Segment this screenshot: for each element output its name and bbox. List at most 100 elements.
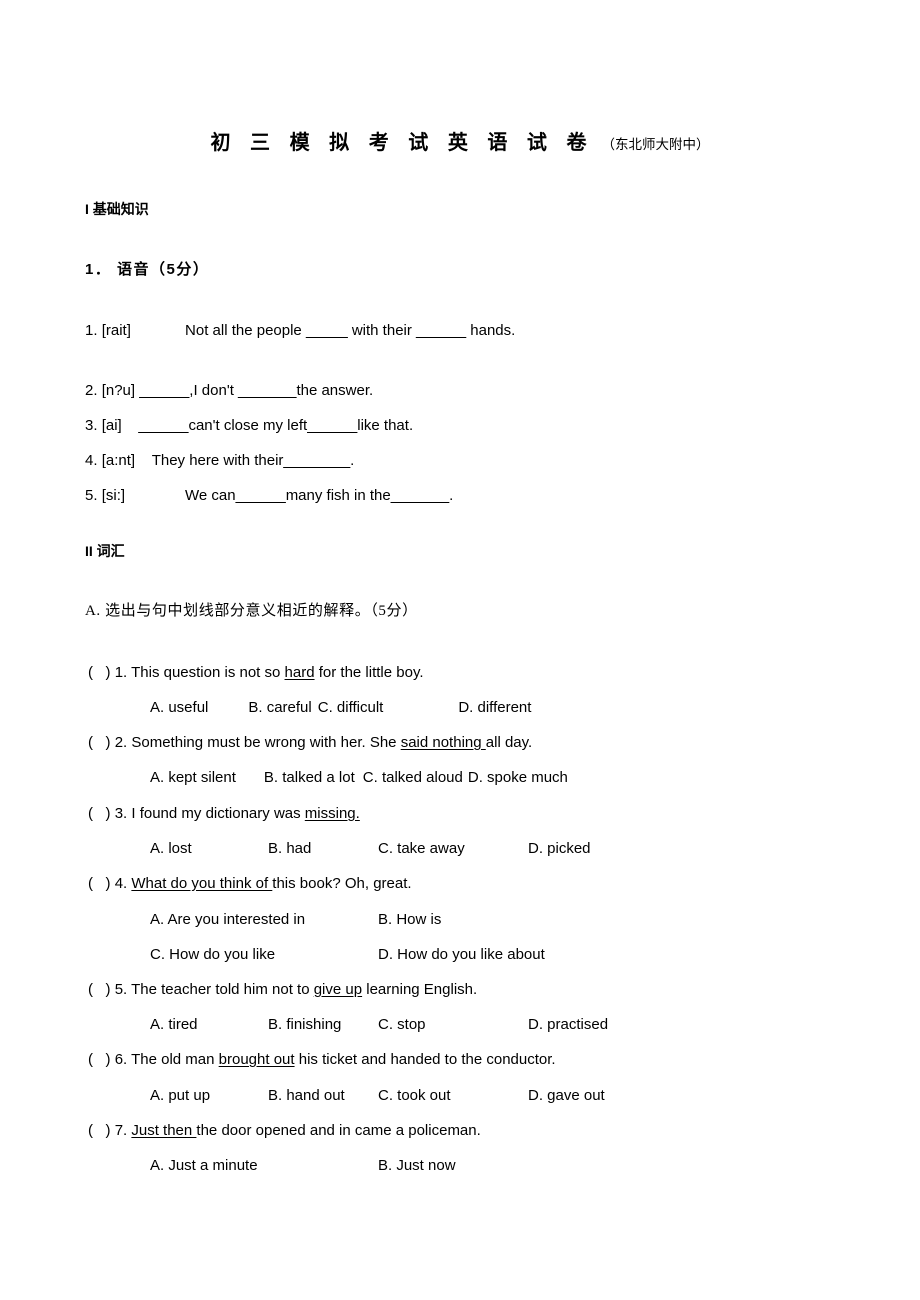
vocab-question-7: ( ) 7. Just then the door opened and in … <box>88 1122 481 1139</box>
vocab-options-6: A. put up B. hand out C. took out D. gave o… <box>150 1087 605 1104</box>
option-b[interactable]: B. finishing <box>268 1016 341 1033</box>
answer-bracket-open[interactable]: ( <box>88 805 93 822</box>
phonetic-blank-2[interactable]: ______ <box>416 322 466 339</box>
option-c[interactable]: C. difficult <box>318 699 384 716</box>
answer-bracket-open[interactable]: ( <box>88 1122 93 1139</box>
option-a[interactable]: A. put up <box>150 1087 210 1104</box>
option-a[interactable]: A. Are you interested in <box>150 911 305 928</box>
question-number: 3. <box>114 805 128 822</box>
option-b[interactable]: B. hand out <box>268 1087 345 1104</box>
page-title: 初 三 模 拟 考 试 英 语 试 卷 （东北师大附中） <box>0 126 920 155</box>
answer-bracket-close[interactable]: ) <box>106 981 111 998</box>
question-stem-underlined: hard <box>284 664 315 681</box>
question-stem-after: for the little boy. <box>314 664 424 681</box>
option-c[interactable]: C. How do you like <box>150 946 275 963</box>
option-a[interactable]: A. kept silent <box>150 769 236 786</box>
phonetic-text-middle: with their <box>347 322 417 339</box>
phonetic-text-middle: can't close my left <box>188 417 308 434</box>
phonetic-text-after: the answer. <box>296 382 374 399</box>
question-stem-underlined: said nothing <box>400 734 486 751</box>
phonetic-item-1: 1. [rait] Not all the people _____ with … <box>85 322 515 339</box>
phonetic-number: 3. <box>85 417 98 434</box>
question-number: 1. <box>114 664 128 681</box>
phonetic-text-middle: ,I don't <box>189 382 239 399</box>
answer-bracket-close[interactable]: ) <box>106 664 111 681</box>
phonetic-blank-1[interactable]: ______ <box>138 417 188 434</box>
option-b[interactable]: B. talked a lot <box>264 769 355 786</box>
phonetic-text-before: They here with their <box>151 452 284 469</box>
option-b[interactable]: B. Just now <box>378 1157 456 1174</box>
document-page: 初 三 模 拟 考 试 英 语 试 卷 （东北师大附中） I 基础知识 1． 语音… <box>0 0 920 1300</box>
answer-bracket-close[interactable]: ) <box>106 1122 111 1139</box>
option-a[interactable]: A. lost <box>150 840 192 857</box>
option-d[interactable]: D. How do you like about <box>378 946 545 963</box>
phonetic-blank-2[interactable]: ______ <box>307 417 357 434</box>
question-stem-before: The teacher told him not to <box>131 981 314 998</box>
question-stem-underlined: brought out <box>218 1051 295 1068</box>
option-c[interactable]: C. talked aloud <box>363 769 463 786</box>
phonetic-symbol: [a:nt] <box>101 452 136 469</box>
option-b[interactable]: B. had <box>268 840 311 857</box>
answer-bracket-close[interactable]: ) <box>106 875 111 892</box>
phonetic-blank-2[interactable]: _______ <box>391 487 449 504</box>
answer-bracket-close[interactable]: ) <box>106 1051 111 1068</box>
option-c[interactable]: C. stop <box>378 1016 426 1033</box>
question-number: 4. <box>114 875 128 892</box>
answer-bracket-close[interactable]: ) <box>106 734 111 751</box>
question-stem-underlined: Just then <box>131 1122 197 1139</box>
option-b[interactable]: B. How is <box>378 911 441 928</box>
option-c[interactable]: C. took out <box>378 1087 451 1104</box>
question-stem-underlined: missing. <box>304 805 360 822</box>
phonetic-text-before <box>122 417 139 434</box>
vocab-options-4-line1: A. Are you interested in B. How is <box>150 911 441 928</box>
phonetic-symbol: [n?u] <box>101 382 136 399</box>
phonetic-text-before: Not all the people <box>185 322 306 339</box>
vocab-question-5: ( ) 5. The teacher told him not to give … <box>88 981 477 998</box>
question-number: 6. <box>114 1051 128 1068</box>
answer-bracket-open[interactable]: ( <box>88 734 93 751</box>
option-d[interactable]: D. picked <box>528 840 591 857</box>
answer-bracket-open[interactable]: ( <box>88 664 93 681</box>
page-title-school: （东北师大附中） <box>601 137 710 152</box>
page-title-main: 初 三 模 拟 考 试 英 语 试 卷 <box>210 132 594 154</box>
phonetic-blank-1[interactable]: _____ <box>306 322 348 339</box>
option-a[interactable]: A. tired <box>150 1016 198 1033</box>
option-a[interactable]: A. Just a minute <box>150 1157 258 1174</box>
option-d[interactable]: D. gave out <box>528 1087 605 1104</box>
phonetic-text-before: We can <box>185 487 236 504</box>
option-a[interactable]: A. useful <box>150 699 208 716</box>
question-number: 5. <box>114 981 128 998</box>
vocab-question-4: ( ) 4. What do you think of this book? O… <box>88 875 412 892</box>
question-number: 2. <box>114 734 128 751</box>
question-stem-underlined: What do you think of <box>131 875 273 892</box>
phonetic-blank-1[interactable]: ______ <box>139 382 189 399</box>
option-d[interactable]: D. practised <box>528 1016 608 1033</box>
option-c[interactable]: C. take away <box>378 840 465 857</box>
answer-bracket-open[interactable]: ( <box>88 875 93 892</box>
phonetic-number: 1. <box>85 322 98 339</box>
phonetic-number: 4. <box>85 452 98 469</box>
option-b[interactable]: B. careful <box>248 699 311 716</box>
phonetic-item-3: 3. [ai] ______can't close my left______l… <box>85 417 413 434</box>
question-stem-after: this book? Oh, great. <box>272 875 412 892</box>
phonetic-number: 5. <box>85 487 98 504</box>
phonetic-blank-1[interactable]: ______ <box>236 487 286 504</box>
section-subheading-phonetics: 1． 语音（5分） <box>85 261 210 278</box>
section-heading-part2: II 词汇 <box>85 543 125 559</box>
question-stem-before: Something must be wrong with her. She <box>131 734 401 751</box>
phonetic-blank-2[interactable]: _______ <box>238 382 296 399</box>
section-subheading-vocabulary: A. 选出与句中划线部分意义相近的解释。（5分） <box>85 603 418 619</box>
vocab-question-3: ( ) 3. I found my dictionary was missing… <box>88 805 360 822</box>
vocab-question-2: ( ) 2. Something must be wrong with her.… <box>88 734 532 751</box>
phonetic-text-after: like that. <box>357 417 414 434</box>
question-stem-after: his ticket and handed to the conductor. <box>294 1051 556 1068</box>
vocab-options-2: A. kept silent B. talked a lot C. talked a… <box>150 769 568 786</box>
answer-bracket-open[interactable]: ( <box>88 1051 93 1068</box>
answer-bracket-close[interactable]: ) <box>106 805 111 822</box>
phonetic-blank-1[interactable]: ________ <box>283 452 350 469</box>
phonetic-symbol: [ai] <box>101 417 122 434</box>
phonetic-item-4: 4. [a:nt] They here with their________. <box>85 452 354 469</box>
option-d[interactable]: D. different <box>458 699 531 716</box>
option-d[interactable]: D. spoke much <box>468 769 568 786</box>
answer-bracket-open[interactable]: ( <box>88 981 93 998</box>
